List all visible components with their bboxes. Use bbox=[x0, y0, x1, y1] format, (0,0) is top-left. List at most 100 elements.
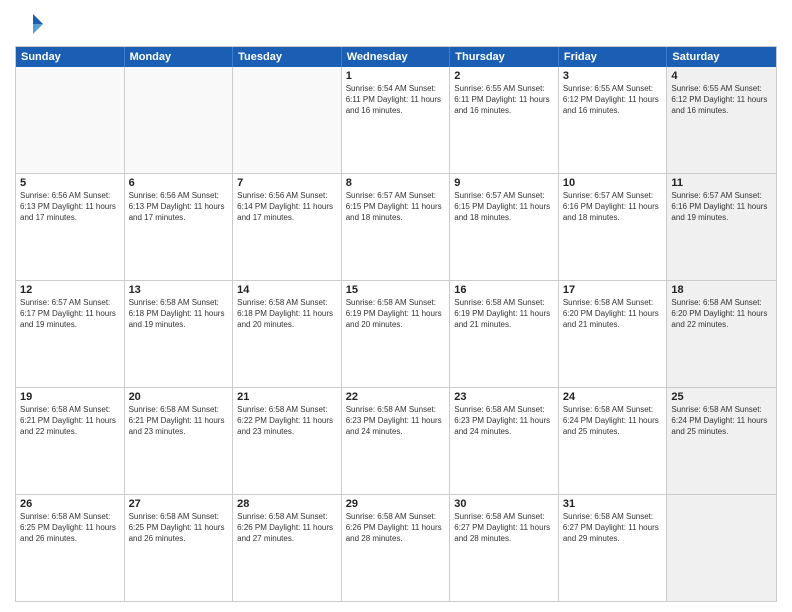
calendar-cell: 14Sunrise: 6:58 AM Sunset: 6:18 PM Dayli… bbox=[233, 281, 342, 387]
day-info: Sunrise: 6:58 AM Sunset: 6:25 PM Dayligh… bbox=[20, 512, 120, 544]
day-info: Sunrise: 6:57 AM Sunset: 6:15 PM Dayligh… bbox=[346, 191, 446, 223]
day-info: Sunrise: 6:58 AM Sunset: 6:20 PM Dayligh… bbox=[563, 298, 663, 330]
day-info: Sunrise: 6:57 AM Sunset: 6:16 PM Dayligh… bbox=[671, 191, 772, 223]
day-info: Sunrise: 6:58 AM Sunset: 6:27 PM Dayligh… bbox=[563, 512, 663, 544]
calendar-cell: 29Sunrise: 6:58 AM Sunset: 6:26 PM Dayli… bbox=[342, 495, 451, 601]
day-number: 17 bbox=[563, 284, 663, 296]
day-number: 26 bbox=[20, 498, 120, 510]
day-number: 5 bbox=[20, 177, 120, 189]
calendar-cell: 17 Sunrise: 6:58 AM Sunset: 6:20 PM Dayli… bbox=[559, 281, 668, 387]
calendar-cell: 4 Sunrise: 6:55 AM Sunset: 6:12 PM Daylig… bbox=[667, 67, 776, 173]
day-info: Sunrise: 6:55 AM Sunset: 6:12 PM Dayligh… bbox=[563, 84, 663, 116]
day-info: Sunrise: 6:58 AM Sunset: 6:24 PM Dayligh… bbox=[563, 405, 663, 437]
day-number: 7 bbox=[237, 177, 337, 189]
calendar-cell: 9 Sunrise: 6:57 AM Sunset: 6:15 PM Daylig… bbox=[450, 174, 559, 280]
calendar-cell: 15 Sunrise: 6:58 AM Sunset: 6:19 PM Dayli… bbox=[342, 281, 451, 387]
calendar-cell: 6Sunrise: 6:56 AM Sunset: 6:13 PM Daylig… bbox=[125, 174, 234, 280]
day-number: 30 bbox=[454, 498, 554, 510]
day-info: Sunrise: 6:58 AM Sunset: 6:22 PM Dayligh… bbox=[237, 405, 337, 437]
day-info: Sunrise: 6:58 AM Sunset: 6:26 PM Dayligh… bbox=[237, 512, 337, 544]
calendar-row: 19 Sunrise: 6:58 AM Sunset: 6:21 PM Dayli… bbox=[16, 387, 776, 494]
day-info: Sunrise: 6:58 AM Sunset: 6:24 PM Dayligh… bbox=[671, 405, 772, 437]
calendar-cell: 7 Sunrise: 6:56 AM Sunset: 6:14 PM Daylig… bbox=[233, 174, 342, 280]
page: SundayMondayTuesdayWednesdayThursdayFrid… bbox=[0, 0, 792, 612]
calendar-cell: 8 Sunrise: 6:57 AM Sunset: 6:15 PM Daylig… bbox=[342, 174, 451, 280]
day-number: 1 bbox=[346, 70, 446, 82]
day-info: Sunrise: 6:56 AM Sunset: 6:13 PM Dayligh… bbox=[20, 191, 120, 223]
weekday-header: Sunday bbox=[16, 47, 125, 67]
calendar-body: 1 Sunrise: 6:54 AM Sunset: 6:11 PM Daylig… bbox=[16, 67, 776, 601]
weekday-header: Tuesday bbox=[233, 47, 342, 67]
calendar-cell: 5 Sunrise: 6:56 AM Sunset: 6:13 PM Daylig… bbox=[16, 174, 125, 280]
calendar-cell: 10Sunrise: 6:57 AM Sunset: 6:16 PM Dayli… bbox=[559, 174, 668, 280]
day-number: 4 bbox=[671, 70, 772, 82]
day-number: 25 bbox=[671, 391, 772, 403]
calendar-cell: 22 Sunrise: 6:58 AM Sunset: 6:23 PM Dayli… bbox=[342, 388, 451, 494]
calendar-cell: 24Sunrise: 6:58 AM Sunset: 6:24 PM Dayli… bbox=[559, 388, 668, 494]
calendar-cell: 19 Sunrise: 6:58 AM Sunset: 6:21 PM Dayli… bbox=[16, 388, 125, 494]
calendar-cell: 21Sunrise: 6:58 AM Sunset: 6:22 PM Dayli… bbox=[233, 388, 342, 494]
day-number: 6 bbox=[129, 177, 229, 189]
calendar-cell: 28 Sunrise: 6:58 AM Sunset: 6:26 PM Dayli… bbox=[233, 495, 342, 601]
calendar-cell bbox=[233, 67, 342, 173]
day-info: Sunrise: 6:58 AM Sunset: 6:23 PM Dayligh… bbox=[454, 405, 554, 437]
calendar-header: SundayMondayTuesdayWednesdayThursdayFrid… bbox=[16, 47, 776, 67]
calendar-cell: 1 Sunrise: 6:54 AM Sunset: 6:11 PM Daylig… bbox=[342, 67, 451, 173]
day-number: 20 bbox=[129, 391, 229, 403]
day-info: Sunrise: 6:58 AM Sunset: 6:25 PM Dayligh… bbox=[129, 512, 229, 544]
day-number: 22 bbox=[346, 391, 446, 403]
day-info: Sunrise: 6:58 AM Sunset: 6:19 PM Dayligh… bbox=[454, 298, 554, 330]
day-number: 18 bbox=[671, 284, 772, 296]
calendar-row: 12Sunrise: 6:57 AM Sunset: 6:17 PM Dayli… bbox=[16, 280, 776, 387]
day-number: 29 bbox=[346, 498, 446, 510]
day-info: Sunrise: 6:58 AM Sunset: 6:18 PM Dayligh… bbox=[129, 298, 229, 330]
calendar-cell: 30 Sunrise: 6:58 AM Sunset: 6:27 PM Dayli… bbox=[450, 495, 559, 601]
day-info: Sunrise: 6:58 AM Sunset: 6:27 PM Dayligh… bbox=[454, 512, 554, 544]
day-info: Sunrise: 6:55 AM Sunset: 6:11 PM Dayligh… bbox=[454, 84, 554, 116]
day-info: Sunrise: 6:55 AM Sunset: 6:12 PM Dayligh… bbox=[671, 84, 772, 116]
day-info: Sunrise: 6:57 AM Sunset: 6:15 PM Dayligh… bbox=[454, 191, 554, 223]
calendar-cell: 13 Sunrise: 6:58 AM Sunset: 6:18 PM Dayli… bbox=[125, 281, 234, 387]
day-number: 3 bbox=[563, 70, 663, 82]
day-number: 16 bbox=[454, 284, 554, 296]
header bbox=[15, 10, 777, 40]
day-number: 15 bbox=[346, 284, 446, 296]
day-info: Sunrise: 6:54 AM Sunset: 6:11 PM Dayligh… bbox=[346, 84, 446, 116]
calendar-cell: 18 Sunrise: 6:58 AM Sunset: 6:20 PM Dayli… bbox=[667, 281, 776, 387]
calendar-cell: 31 Sunrise: 6:58 AM Sunset: 6:27 PM Dayli… bbox=[559, 495, 668, 601]
day-info: Sunrise: 6:56 AM Sunset: 6:14 PM Dayligh… bbox=[237, 191, 337, 223]
day-number: 27 bbox=[129, 498, 229, 510]
day-info: Sunrise: 6:57 AM Sunset: 6:17 PM Dayligh… bbox=[20, 298, 120, 330]
weekday-header: Wednesday bbox=[342, 47, 451, 67]
day-info: Sunrise: 6:58 AM Sunset: 6:19 PM Dayligh… bbox=[346, 298, 446, 330]
calendar-row: 5 Sunrise: 6:56 AM Sunset: 6:13 PM Daylig… bbox=[16, 173, 776, 280]
calendar-cell bbox=[125, 67, 234, 173]
calendar: SundayMondayTuesdayWednesdayThursdayFrid… bbox=[15, 46, 777, 602]
day-number: 28 bbox=[237, 498, 337, 510]
calendar-cell: 25 Sunrise: 6:58 AM Sunset: 6:24 PM Dayli… bbox=[667, 388, 776, 494]
weekday-header: Thursday bbox=[450, 47, 559, 67]
day-number: 9 bbox=[454, 177, 554, 189]
day-info: Sunrise: 6:58 AM Sunset: 6:23 PM Dayligh… bbox=[346, 405, 446, 437]
calendar-cell bbox=[16, 67, 125, 173]
calendar-cell: 2Sunrise: 6:55 AM Sunset: 6:11 PM Daylig… bbox=[450, 67, 559, 173]
calendar-row: 26 Sunrise: 6:58 AM Sunset: 6:25 PM Dayli… bbox=[16, 494, 776, 601]
logo bbox=[15, 10, 49, 40]
weekday-header: Saturday bbox=[667, 47, 776, 67]
day-info: Sunrise: 6:58 AM Sunset: 6:21 PM Dayligh… bbox=[20, 405, 120, 437]
calendar-cell: 11 Sunrise: 6:57 AM Sunset: 6:16 PM Dayli… bbox=[667, 174, 776, 280]
calendar-cell: 3 Sunrise: 6:55 AM Sunset: 6:12 PM Daylig… bbox=[559, 67, 668, 173]
day-number: 19 bbox=[20, 391, 120, 403]
calendar-cell: 26 Sunrise: 6:58 AM Sunset: 6:25 PM Dayli… bbox=[16, 495, 125, 601]
weekday-header: Monday bbox=[125, 47, 234, 67]
calendar-cell: 23Sunrise: 6:58 AM Sunset: 6:23 PM Dayli… bbox=[450, 388, 559, 494]
day-info: Sunrise: 6:58 AM Sunset: 6:20 PM Dayligh… bbox=[671, 298, 772, 330]
day-info: Sunrise: 6:58 AM Sunset: 6:21 PM Dayligh… bbox=[129, 405, 229, 437]
day-number: 8 bbox=[346, 177, 446, 189]
day-number: 11 bbox=[671, 177, 772, 189]
day-number: 31 bbox=[563, 498, 663, 510]
day-number: 13 bbox=[129, 284, 229, 296]
calendar-row: 1 Sunrise: 6:54 AM Sunset: 6:11 PM Daylig… bbox=[16, 67, 776, 173]
calendar-cell bbox=[667, 495, 776, 601]
calendar-cell: 27 Sunrise: 6:58 AM Sunset: 6:25 PM Dayli… bbox=[125, 495, 234, 601]
